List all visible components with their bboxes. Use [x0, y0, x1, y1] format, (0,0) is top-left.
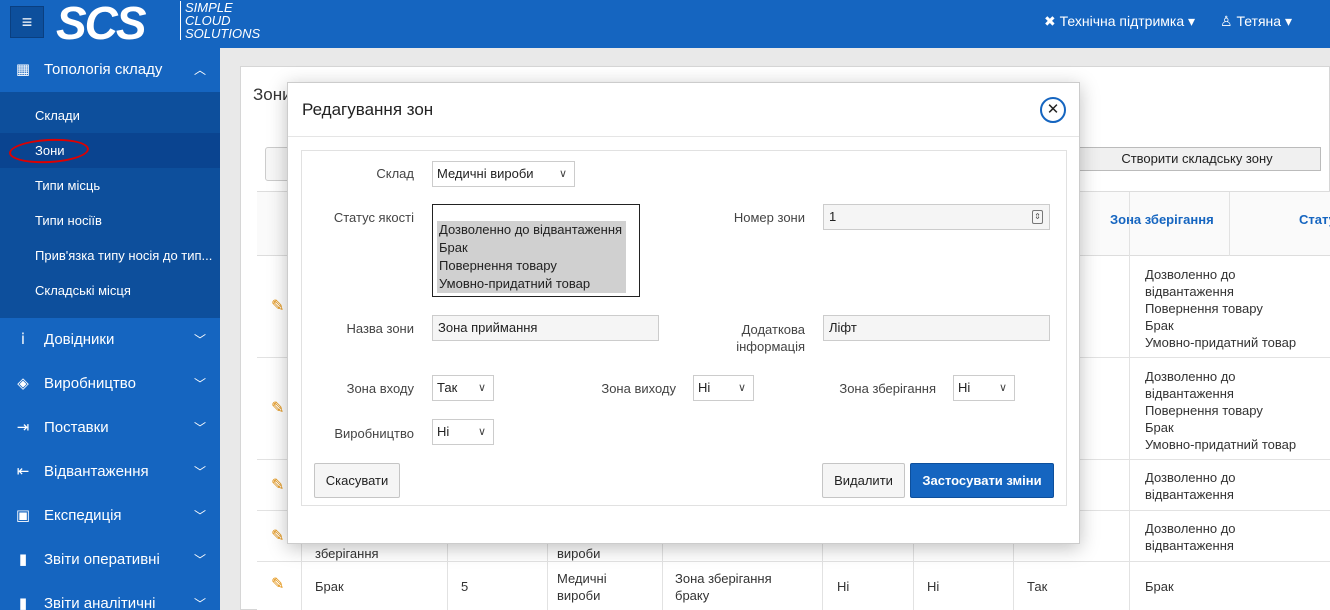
additional-info-input[interactable]: Ліфт	[823, 315, 1050, 341]
chevron-down-icon: ∨	[737, 382, 746, 394]
zone-number-label: Номер зони	[733, 210, 805, 225]
quality-status-option[interactable]: Дозволенно до відвантаження	[437, 221, 626, 239]
quality-status-option[interactable]: Умовно-придатний товар	[437, 275, 626, 293]
zone-name-label: Назва зони	[346, 321, 414, 336]
warehouse-label: Склад	[376, 166, 414, 181]
quality-status-option[interactable]: Брак	[437, 239, 626, 257]
warehouse-select[interactable]: Медичні вироби ∨	[432, 161, 575, 187]
close-icon: ✕	[1046, 101, 1060, 118]
modal-overlay: Редагування зон ✕ Склад Медичні вироби ∨…	[0, 0, 1330, 610]
apply-changes-button[interactable]: Застосувати зміни	[910, 463, 1054, 498]
exit-zone-select[interactable]: Ні ∨	[693, 375, 754, 401]
dialog-title: Редагування зон	[302, 100, 434, 119]
chevron-down-icon: ∨	[558, 168, 567, 180]
close-button[interactable]: ✕	[1040, 97, 1066, 123]
entry-zone-select[interactable]: Так ∨	[432, 375, 494, 401]
exit-zone-label: Зона виходу	[601, 381, 676, 396]
zone-name-input[interactable]: Зона приймання	[432, 315, 659, 341]
zone-number-input[interactable]: 1 ⇕	[823, 204, 1050, 230]
quality-status-option[interactable]: Повернення товару	[437, 257, 626, 275]
production-select[interactable]: Ні ∨	[432, 419, 494, 445]
additional-info-label: Додаткова інформація	[736, 322, 805, 354]
edit-zone-form: Склад Медичні вироби ∨ Статус якості Доз…	[301, 150, 1067, 506]
quality-status-listbox[interactable]: Дозволенно до відвантаження Брак Поверне…	[432, 204, 640, 297]
chevron-down-icon: ∨	[477, 382, 486, 394]
chevron-down-icon: ∨	[998, 382, 1007, 394]
quality-status-label: Статус якості	[333, 210, 414, 225]
entry-zone-label: Зона входу	[346, 381, 414, 396]
chevron-down-icon: ∨	[477, 426, 486, 438]
production-label: Виробництво	[334, 426, 414, 441]
cancel-button[interactable]: Скасувати	[314, 463, 400, 498]
dialog-divider	[288, 136, 1079, 137]
delete-button[interactable]: Видалити	[822, 463, 905, 498]
storage-zone-select[interactable]: Ні ∨	[953, 375, 1015, 401]
number-spinner-icon[interactable]: ⇕	[1032, 210, 1043, 224]
storage-zone-label: Зона зберігання	[839, 381, 936, 396]
edit-zone-dialog: Редагування зон ✕ Склад Медичні вироби ∨…	[287, 82, 1080, 544]
